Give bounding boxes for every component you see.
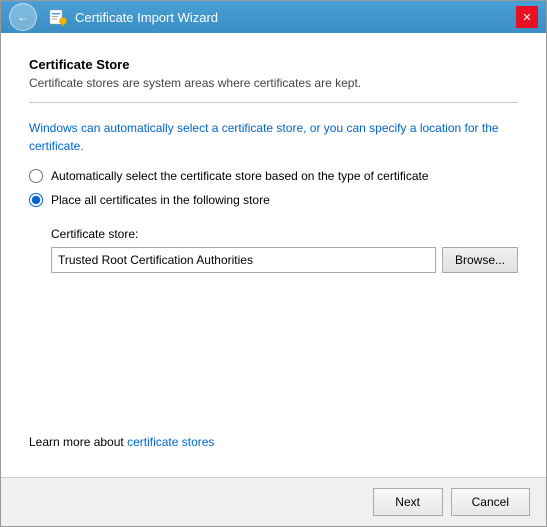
cancel-button[interactable]: Cancel (451, 488, 530, 516)
close-button[interactable]: ✕ (516, 6, 538, 28)
certificate-icon (49, 8, 67, 26)
certificate-import-wizard-window: ← Certificate Import Wizard ✕ Certificat… (0, 0, 547, 527)
next-button[interactable]: Next (373, 488, 443, 516)
footer: Next Cancel (1, 477, 546, 526)
store-section: Certificate store: Browse... (51, 227, 518, 273)
radio-auto-label: Automatically select the certificate sto… (51, 169, 429, 183)
radio-manual-input[interactable] (29, 193, 43, 207)
store-input[interactable] (51, 247, 436, 273)
cert-icon-wrapper (49, 8, 67, 26)
main-content: Certificate Store Certificate stores are… (1, 33, 546, 477)
store-input-row: Browse... (51, 247, 518, 273)
radio-auto-item[interactable]: Automatically select the certificate sto… (29, 169, 518, 183)
learn-more-section: Learn more about certificate stores (29, 435, 518, 449)
window-title: Certificate Import Wizard (75, 10, 218, 25)
section-description: Certificate stores are system areas wher… (29, 76, 518, 90)
back-icon: ← (17, 10, 29, 24)
radio-manual-label: Place all certificates in the following … (51, 193, 270, 207)
learn-more-prefix: Learn more about (29, 435, 127, 449)
info-text-content: Windows can automatically select a certi… (29, 121, 499, 153)
radio-auto-input[interactable] (29, 169, 43, 183)
info-text: Windows can automatically select a certi… (29, 119, 518, 155)
browse-button[interactable]: Browse... (442, 247, 518, 273)
title-bar-left: ← Certificate Import Wizard (9, 3, 218, 31)
section-title: Certificate Store (29, 57, 518, 72)
radio-manual-item[interactable]: Place all certificates in the following … (29, 193, 518, 207)
divider (29, 102, 518, 103)
title-bar-controls: ✕ (516, 6, 538, 28)
title-bar: ← Certificate Import Wizard ✕ (1, 1, 546, 33)
store-label: Certificate store: (51, 227, 518, 241)
back-button[interactable]: ← (9, 3, 37, 31)
radio-group: Automatically select the certificate sto… (29, 169, 518, 207)
learn-more-link[interactable]: certificate stores (127, 435, 214, 449)
spacer (29, 273, 518, 435)
